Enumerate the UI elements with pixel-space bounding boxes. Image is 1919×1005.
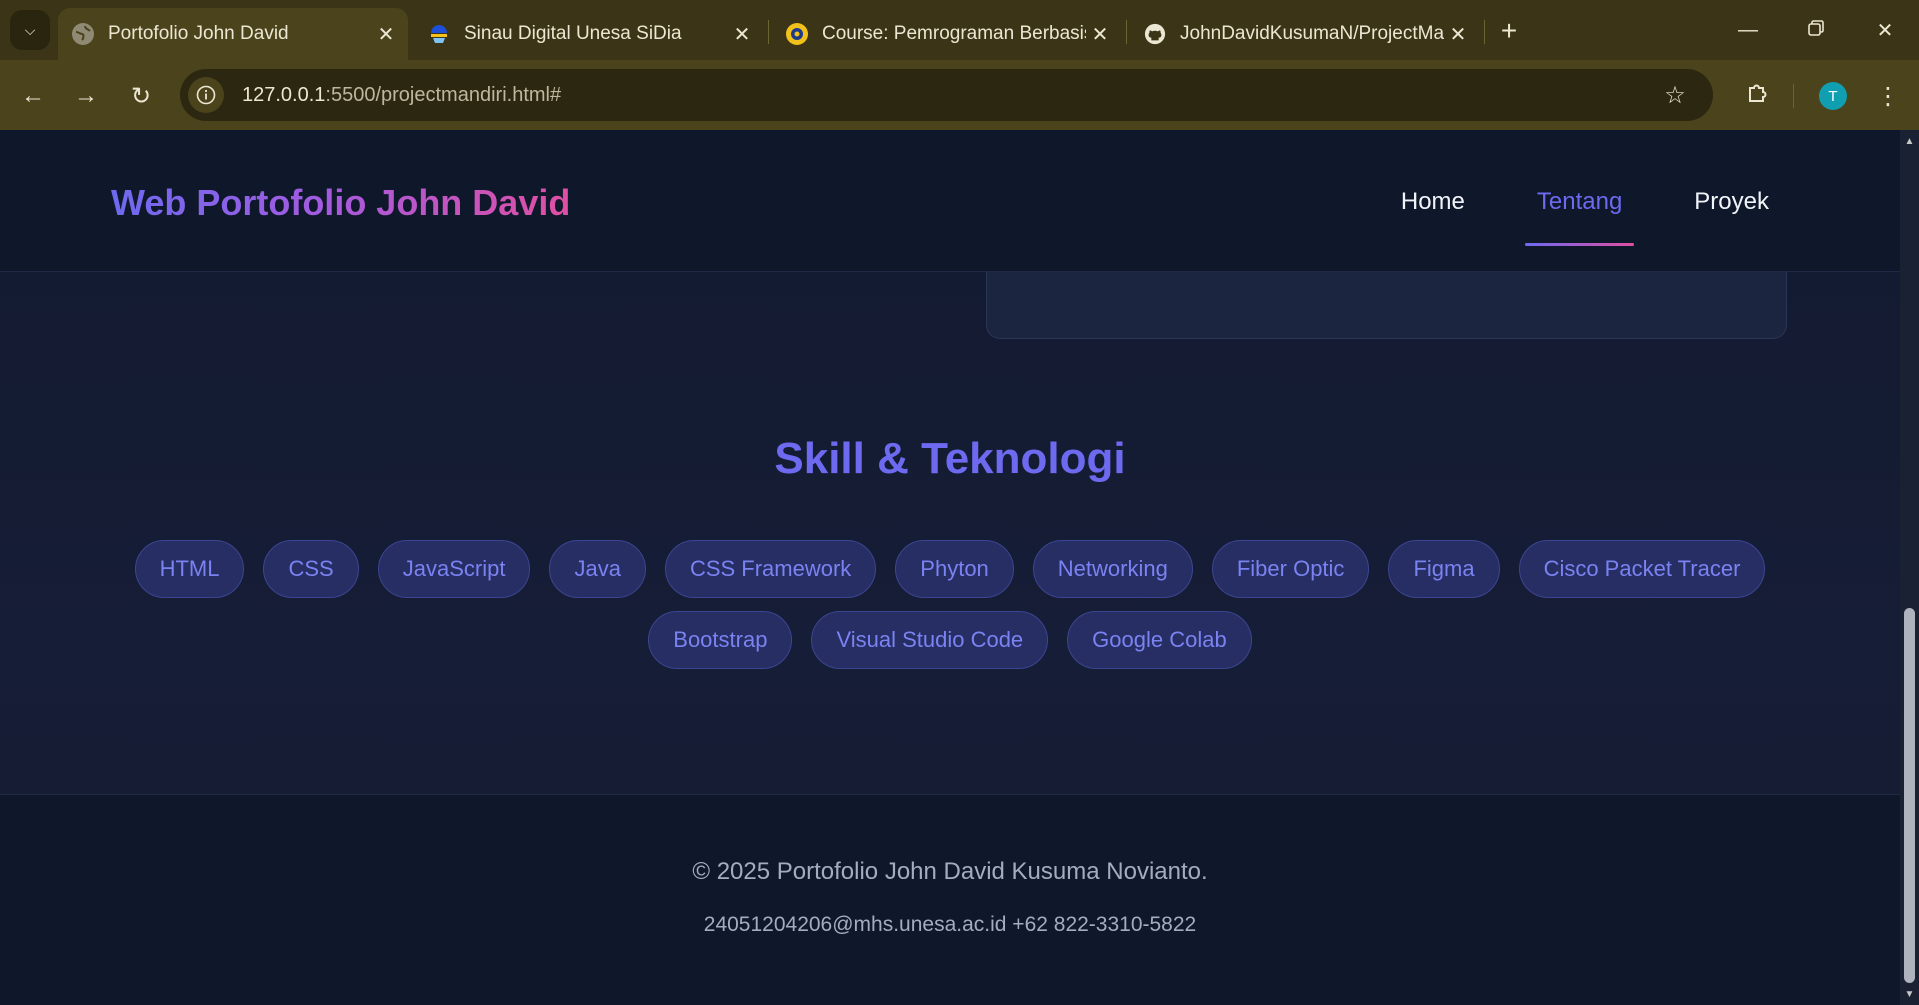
site-header: Web Portofolio John David Home Tentang P… [0,130,1900,272]
tab-search-button[interactable]: ⌵ [10,10,50,50]
skill-pill: CSS Framework [664,540,877,598]
close-window-button[interactable]: ✕ [1862,10,1908,50]
skill-pill: Java [549,540,646,598]
tab-portofolio[interactable]: Portofolio John David ✕ [58,8,408,60]
profile-avatar[interactable]: T [1819,82,1847,110]
footer-copyright: © 2025 Portofolio John David Kusuma Novi… [692,858,1208,885]
browser-toolbar: ← → ↻ 127.0.0.1:5500/projectmandiri.html… [0,60,1919,130]
skill-pill: Figma [1388,540,1500,598]
skill-pill: Phyton [895,540,1014,598]
tab-title: Sinau Digital Unesa SiDia [464,23,682,44]
site-info-icon[interactable] [188,77,224,113]
close-tab-icon[interactable]: ✕ [1444,20,1472,48]
skill-pill: HTML [134,540,245,598]
skill-pill: JavaScript [377,540,531,598]
url-path: :5500/projectmandiri.html# [325,83,562,106]
browser-tab-strip: ⌵ Portofolio John David ✕ Sinau Digital … [0,0,1919,60]
bookmark-star-icon[interactable]: ☆ [1657,77,1693,113]
nav-home[interactable]: Home [1389,188,1477,216]
github-icon [1144,23,1166,45]
restore-icon [1808,19,1824,42]
skill-pill: CSS [263,540,359,598]
sidia-icon [428,23,450,45]
site-nav: Home Tentang Proyek [1389,188,1781,246]
skill-pill: Visual Studio Code [811,611,1049,669]
unesa-icon [786,23,808,45]
scroll-down-icon[interactable]: ▼ [1904,989,1915,1000]
chevron-down-icon: ⌵ [24,21,36,38]
scroll-thumb[interactable] [1904,608,1915,983]
browser-menu-button[interactable]: ⋮ [1870,76,1906,116]
close-tab-icon[interactable]: ✕ [372,20,400,48]
scroll-up-icon[interactable]: ▲ [1904,136,1915,147]
arrow-left-icon: ← [21,82,45,109]
skill-pill: Google Colab [1067,611,1252,669]
forward-button[interactable]: → [66,76,106,116]
site-brand[interactable]: Web Portofolio John David [111,182,570,224]
plus-icon: + [1500,15,1518,46]
puzzle-icon [1746,81,1770,111]
url-text[interactable]: 127.0.0.1:5500/projectmandiri.html# [242,84,561,107]
minimize-button[interactable]: — [1725,10,1771,50]
new-tab-button[interactable]: + [1492,14,1526,48]
tab-title: JohnDavidKusumaN/ProjectMa [1180,23,1444,44]
page-viewport: Web Portofolio John David Home Tentang P… [0,130,1900,1005]
minimize-icon: — [1738,18,1758,41]
skills-row-1: HTML CSS JavaScript Java CSS Framework P… [0,540,1900,598]
page-scrollbar[interactable]: ▲ ▼ [1900,130,1919,1005]
address-bar[interactable]: 127.0.0.1:5500/projectmandiri.html# ☆ [180,69,1713,121]
extensions-button[interactable] [1738,76,1778,116]
footer-contact: 24051204206@mhs.unesa.ac.id +62 822-3310… [703,913,1197,936]
site-footer: © 2025 Portofolio John David Kusuma Novi… [0,794,1900,1005]
close-tab-icon[interactable]: ✕ [1086,20,1114,48]
tab-title: Course: Pemrograman Berbasis [822,23,1086,44]
close-tab-icon[interactable]: ✕ [728,20,756,48]
arrow-right-icon: → [74,82,98,109]
back-button[interactable]: ← [13,76,53,116]
reload-icon: ↻ [130,82,152,110]
restore-button[interactable] [1793,10,1839,50]
nav-tentang[interactable]: Tentang [1524,188,1635,246]
globe-icon [72,23,94,45]
skills-title: Skill & Teknologi [774,434,1126,483]
tab-sidia[interactable]: Sinau Digital Unesa SiDia ✕ [414,8,764,60]
kebab-menu-icon: ⋮ [1876,82,1900,110]
toolbar-separator [1793,84,1794,108]
close-icon: ✕ [1876,19,1894,42]
tab-course[interactable]: Course: Pemrograman Berbasis ✕ [772,8,1122,60]
tab-title: Portofolio John David [108,23,289,44]
url-host: 127.0.0.1 [242,83,326,106]
skills-row-2: Bootstrap Visual Studio Code Google Cola… [0,611,1900,669]
skill-pill: Networking [1032,540,1193,598]
skill-pill: Fiber Optic [1211,540,1370,598]
tab-github[interactable]: JohnDavidKusumaN/ProjectMa ✕ [1130,8,1480,60]
tab-separator [1126,20,1127,44]
nav-proyek[interactable]: Proyek [1682,188,1781,216]
reload-button[interactable]: ↻ [121,76,161,116]
tab-separator [1484,20,1485,44]
tab-separator [768,20,769,44]
skill-pill: Cisco Packet Tracer [1518,540,1766,598]
skill-pill: Bootstrap [648,611,793,669]
